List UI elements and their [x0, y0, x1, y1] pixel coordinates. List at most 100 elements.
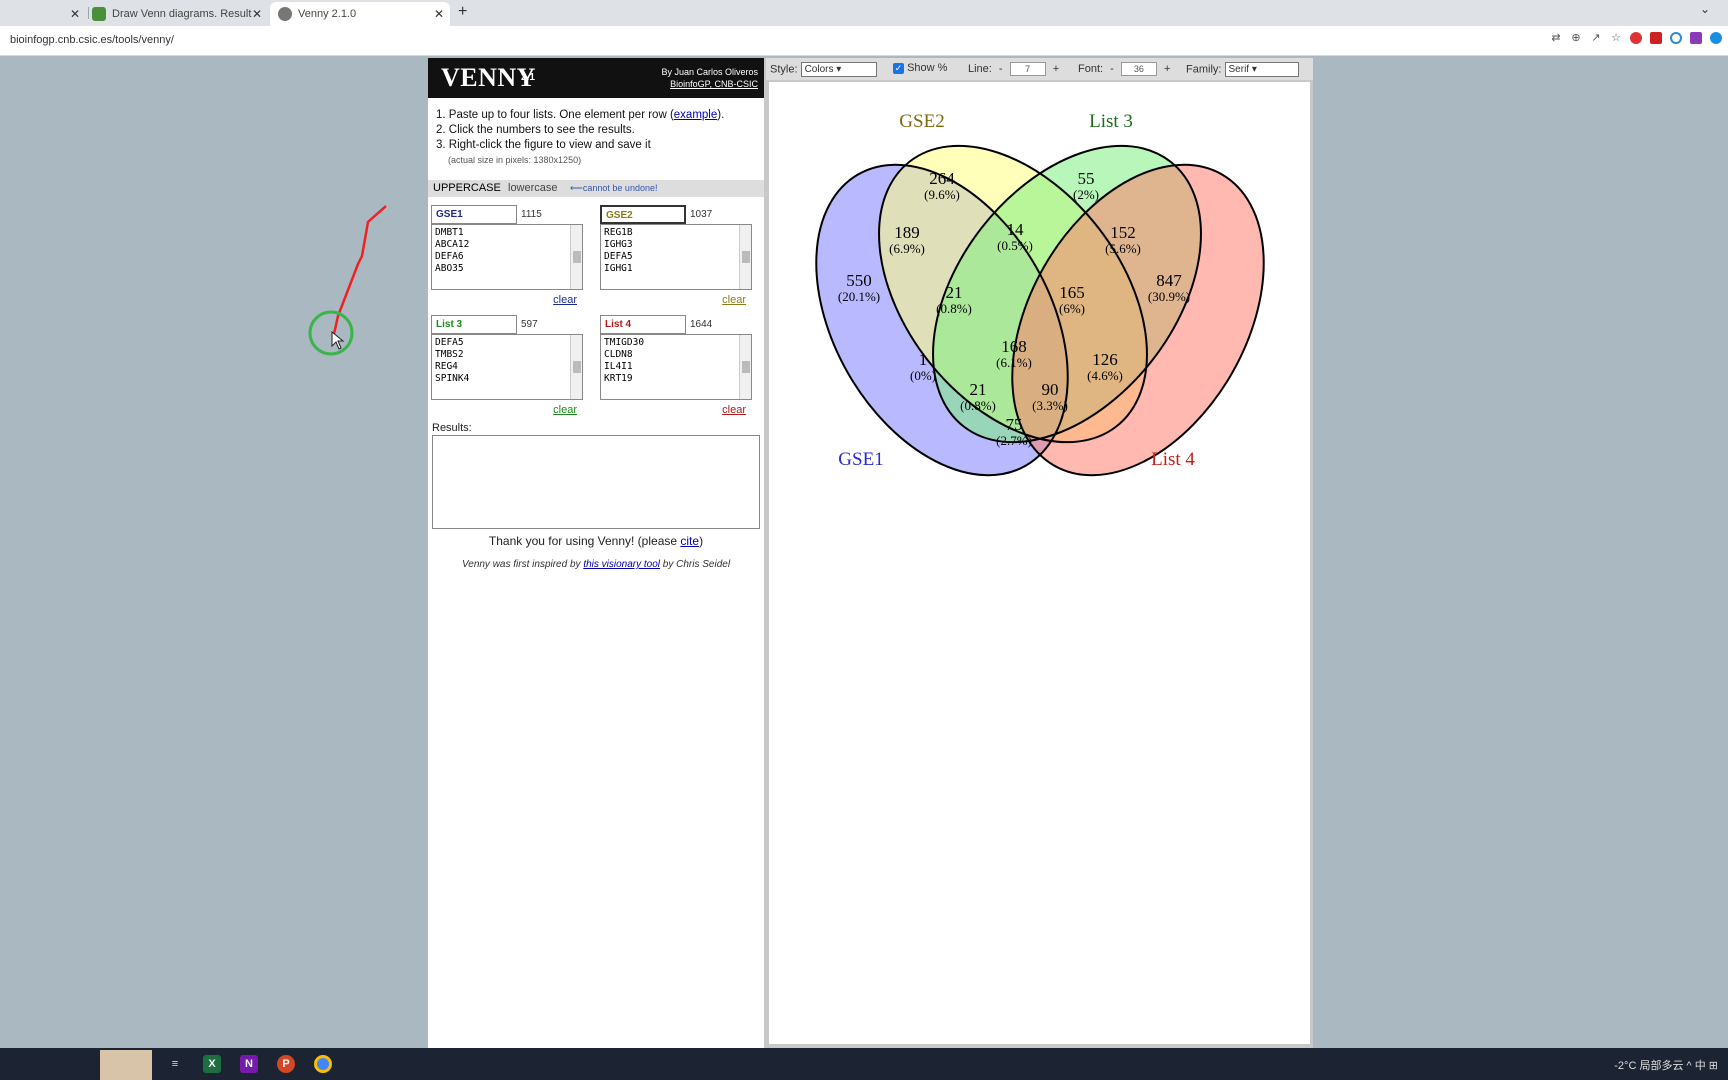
translate-icon[interactable]: ⇄ [1550, 32, 1562, 44]
bookmark-star-icon[interactable]: ☆ [1610, 32, 1622, 44]
region-count: 90 [1042, 380, 1059, 399]
region-count: 21 [970, 380, 987, 399]
tab-close-icon[interactable]: ✕ [434, 7, 444, 21]
results-label: Results: [432, 422, 472, 434]
new-tab-button[interactable]: + [458, 3, 467, 21]
region-percent: (5.6%) [1105, 241, 1141, 256]
region-count: 165 [1059, 283, 1085, 302]
region-0[interactable]: 264(9.6%) [924, 169, 960, 202]
cite-link[interactable]: cite [680, 534, 699, 548]
uppercase-button[interactable]: UPPERCASE [433, 182, 501, 194]
list-count: 597 [521, 319, 538, 330]
clear-link[interactable]: clear [722, 294, 746, 306]
mouse-cursor-icon [331, 330, 345, 350]
region-count: 264 [929, 169, 955, 188]
url-field[interactable]: bioinfogp.cnb.csic.es/tools/venny/ [10, 34, 174, 46]
region-count: 75 [1006, 415, 1023, 434]
region-8[interactable]: 165(6%) [1059, 283, 1085, 316]
set-label-1: List 3 [1089, 111, 1133, 132]
tab-0[interactable]: ✕ [0, 2, 86, 26]
list-name-input[interactable]: GSE2 [600, 205, 686, 224]
share-icon[interactable]: ↗ [1590, 32, 1602, 44]
bioinfogp-link[interactable]: BioinfoGP, CNB-CSIC [661, 78, 758, 90]
list-textarea[interactable]: DEFA5 TMBS2 REG4 SPINK4 [431, 334, 583, 400]
windows-taskbar: ≡ X N P -2°C 局部多云 ^ 中 ⊞ [0, 1048, 1728, 1080]
region-count: 55 [1078, 169, 1095, 188]
browser-tab-bar: ✕ Draw Venn diagrams. Result ✕ Venny 2.1… [0, 0, 1728, 26]
diagram-panel: Style: Colors ▾ ✓ Show % Line: - 7 + Fon… [766, 58, 1313, 1048]
list-name-input[interactable]: List 4 [600, 315, 686, 334]
list-count: 1115 [521, 209, 542, 220]
region-count: 21 [946, 283, 963, 302]
region-percent: (20.1%) [838, 289, 880, 304]
style-select[interactable]: Colors ▾ [800, 62, 877, 77]
extension-red-icon[interactable] [1650, 32, 1662, 44]
region-percent: (9.6%) [924, 187, 960, 202]
scrollbar[interactable] [570, 225, 582, 289]
scrollbar[interactable] [739, 225, 751, 289]
region-percent: (0.5%) [997, 238, 1033, 253]
extension-circle-icon[interactable] [1670, 32, 1682, 44]
font-family-select[interactable]: Serif ▾ [1224, 62, 1299, 77]
visionary-tool-link[interactable]: this visionary tool [583, 559, 660, 570]
line-plus-button[interactable]: + [1053, 63, 1059, 75]
chrome-icon[interactable] [314, 1055, 332, 1073]
region-percent: (0.8%) [936, 301, 972, 316]
extension-onenote-icon[interactable] [1690, 32, 1702, 44]
tab-close-icon[interactable]: ✕ [252, 7, 262, 21]
zoom-icon[interactable]: ⊕ [1570, 32, 1582, 44]
region-percent: (4.6%) [1087, 368, 1123, 383]
system-tray[interactable]: -2°C 局部多云 ^ 中 ⊞ [1614, 1057, 1718, 1073]
region-9[interactable]: 168(6.1%) [996, 337, 1032, 370]
example-link[interactable]: example [674, 109, 717, 121]
region-count: 152 [1110, 223, 1136, 242]
region-4[interactable]: 152(5.6%) [1105, 223, 1141, 256]
list-name-input[interactable]: List 3 [431, 315, 517, 334]
lowercase-button[interactable]: lowercase [508, 182, 558, 194]
tab-close-icon[interactable]: ✕ [70, 7, 80, 21]
cursor-highlight-circle [308, 310, 354, 356]
excel-icon[interactable]: X [203, 1055, 221, 1073]
task-view-icon[interactable]: ≡ [166, 1055, 184, 1073]
line-width-input[interactable]: 7 [1009, 62, 1046, 76]
clear-link[interactable]: clear [553, 294, 577, 306]
show-percent-checkbox[interactable]: ✓ [893, 62, 904, 74]
tab-search-icon[interactable]: ⌄ [1700, 2, 1710, 16]
region-percent: (6.9%) [889, 241, 925, 256]
region-percent: (30.9%) [1148, 289, 1190, 304]
list-count: 1037 [690, 209, 713, 220]
address-bar: bioinfogp.cnb.csic.es/tools/venny/ ⇄ ⊕ ↗… [0, 26, 1728, 56]
font-size-input[interactable]: 36 [1120, 62, 1157, 76]
extension-abp-icon[interactable] [1630, 32, 1642, 44]
extension-blue-icon[interactable] [1710, 32, 1722, 44]
region-11[interactable]: 126(4.6%) [1087, 350, 1123, 383]
region-count: 550 [846, 271, 872, 290]
show-percent-label: Show % [907, 62, 948, 74]
line-minus-button[interactable]: - [999, 63, 1003, 75]
region-percent: (0.8%) [960, 398, 996, 413]
region-percent: (2%) [1073, 187, 1099, 202]
font-plus-button[interactable]: + [1164, 63, 1170, 75]
scrollbar[interactable] [739, 335, 751, 399]
venny-header: VENNY 2.1 By Juan Carlos Oliveros Bioinf… [428, 58, 764, 98]
set-label-3: List 4 [1151, 449, 1195, 470]
scrollbar[interactable] [570, 335, 582, 399]
tab-draw-venn[interactable]: Draw Venn diagrams. Result ✕ [92, 2, 268, 26]
powerpoint-icon[interactable]: P [277, 1055, 295, 1073]
clear-link[interactable]: clear [722, 404, 746, 416]
case-toolbar: UPPERCASE lowercase ⟵cannot be undone! [428, 180, 764, 197]
tab-venny[interactable]: Venny 2.1.0 ✕ [270, 2, 450, 26]
clear-link[interactable]: clear [553, 404, 577, 416]
list-textarea[interactable]: TMIGD30 CLDN8 IL4I1 KRT19 [600, 334, 752, 400]
list-textarea[interactable]: DMBT1 ABCA12 DEFA6 ABO35 [431, 224, 583, 290]
list-name-input[interactable]: GSE1 [431, 205, 517, 224]
region-count: 168 [1001, 337, 1027, 356]
onenote-icon[interactable]: N [240, 1055, 258, 1073]
font-minus-button[interactable]: - [1110, 63, 1114, 75]
region-2[interactable]: 189(6.9%) [889, 223, 925, 256]
region-count: 847 [1156, 271, 1182, 290]
results-textarea[interactable] [432, 435, 760, 529]
list-gse2: GSE2 1037 REG1B IGHG3 DEFA5 IGHG1 clear [600, 205, 752, 306]
list-textarea[interactable]: REG1B IGHG3 DEFA5 IGHG1 [600, 224, 752, 290]
region-count: 126 [1092, 350, 1118, 369]
